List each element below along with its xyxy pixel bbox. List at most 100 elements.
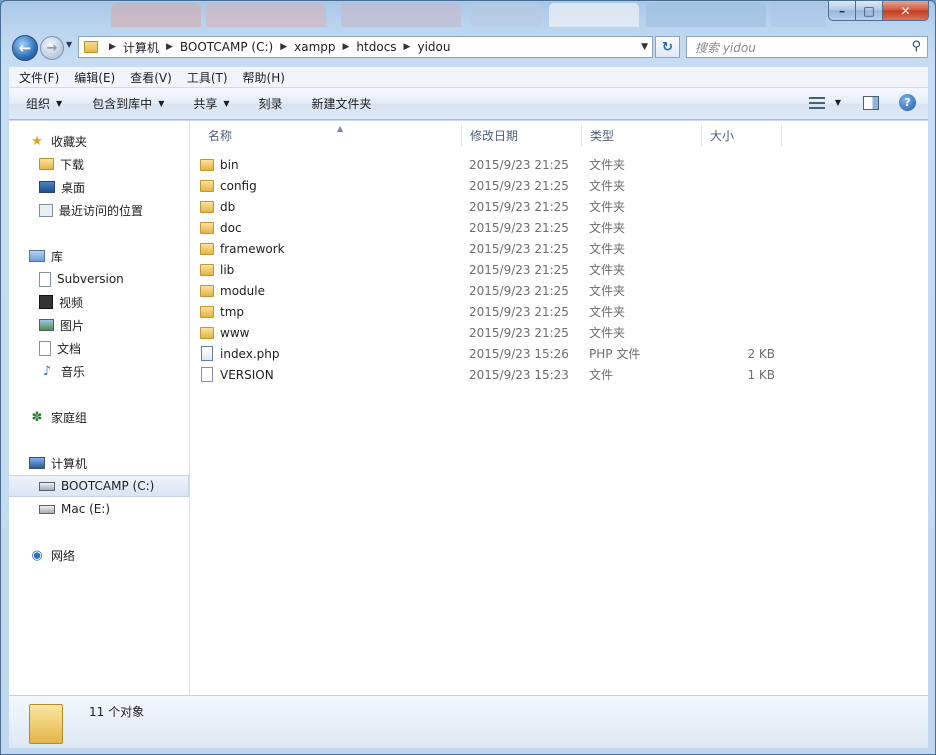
file-row[interactable]: config 2015/9/23 21:25 文件夹 (200, 175, 780, 196)
include-in-library-button[interactable]: 包含到库中 ▼ (92, 95, 164, 112)
help-icon[interactable]: ? (899, 94, 916, 111)
organize-label: 组织 (26, 97, 51, 111)
file-row[interactable]: module 2015/9/23 21:25 文件夹 (200, 280, 780, 301)
sidebar-item-mac-drive[interactable]: Mac (E:) (9, 498, 189, 520)
folder-icon (29, 704, 63, 744)
file-row[interactable]: lib 2015/9/23 21:25 文件夹 (200, 259, 780, 280)
sort-ascending-icon: ▲ (337, 124, 344, 133)
preview-pane-icon[interactable] (863, 95, 879, 110)
details-pane: 11 个对象 (9, 695, 928, 748)
menu-tools[interactable]: 工具(T) (182, 69, 233, 86)
view-controls: ▼ ? (808, 94, 916, 111)
column-header-name[interactable]: 名称 ▲ (200, 124, 462, 146)
file-row[interactable]: bin 2015/9/23 21:25 文件夹 (200, 154, 780, 175)
folder-icon (84, 41, 98, 53)
breadcrumb-yidou[interactable]: yidou (417, 40, 450, 54)
chevron-right-icon[interactable]: ▶ (404, 42, 411, 52)
chevron-right-icon[interactable]: ▶ (166, 42, 173, 52)
file-date: 2015/9/23 21:25 (469, 325, 569, 340)
folder-icon (200, 158, 214, 171)
menu-view[interactable]: 查看(V) (125, 69, 177, 86)
minimize-button[interactable]: – (828, 1, 856, 21)
organize-button[interactable]: 组织 ▼ (26, 95, 62, 112)
title-bar[interactable]: – □ ✕ (1, 1, 935, 29)
file-date: 2015/9/23 21:25 (469, 220, 569, 235)
forward-arrow-icon[interactable]: → (40, 36, 64, 60)
sidebar-item-label: 计算机 (51, 456, 88, 471)
sidebar-item-subversion[interactable]: Subversion (9, 268, 189, 290)
chevron-down-icon[interactable]: ▼ (835, 98, 841, 107)
new-folder-button[interactable]: 新建文件夹 (312, 95, 372, 112)
file-date: 2015/9/23 21:25 (469, 157, 569, 172)
file-row[interactable]: www 2015/9/23 21:25 文件夹 (200, 322, 780, 343)
view-details-icon[interactable] (808, 96, 825, 109)
folder-icon (200, 200, 214, 213)
sidebar-item-desktop[interactable]: 桌面 (9, 176, 189, 198)
sidebar-item-label: Mac (E:) (61, 502, 111, 516)
file-row[interactable]: db 2015/9/23 21:25 文件夹 (200, 196, 780, 217)
search-icon[interactable]: ⚲ (911, 39, 921, 54)
sidebar-item-pictures[interactable]: 图片 (9, 314, 189, 336)
folder-icon (200, 284, 214, 297)
sidebar-item-favorites[interactable]: ★ 收藏夹 (9, 130, 189, 152)
desktop-icon (39, 181, 55, 193)
close-button[interactable]: ✕ (883, 1, 929, 21)
sidebar-item-documents[interactable]: 文档 (9, 337, 189, 359)
file-list: 名称 ▲ 修改日期 类型 大小 bin 2015/9/23 21:25 文件夹 … (190, 121, 928, 695)
sidebar-item-network[interactable]: ◉ 网络 (9, 544, 189, 566)
column-header-type[interactable]: 类型 (582, 124, 702, 146)
sidebar-item-bootcamp-drive[interactable]: BOOTCAMP (C:) (9, 475, 189, 497)
star-icon: ★ (31, 133, 43, 149)
explorer-window: – □ ✕ ← → ▼ ▶ 计算机 ▶ BOOTCAMP (C:) ▶ xamp… (0, 0, 936, 755)
sidebar-item-label: 文档 (57, 341, 82, 356)
column-header-label: 修改日期 (470, 128, 519, 143)
background-tab (341, 3, 461, 27)
sidebar-item-homegroup[interactable]: ✽ 家庭组 (9, 406, 189, 428)
sidebar-item-videos[interactable]: 视频 (9, 291, 189, 313)
file-type: 文件夹 (589, 242, 626, 256)
file-name: www (220, 325, 250, 340)
address-history-dropdown-icon[interactable]: ▼ (641, 42, 648, 52)
file-row[interactable]: index.php 2015/9/23 15:26 PHP 文件 2 KB (200, 343, 780, 364)
menu-edit[interactable]: 编辑(E) (69, 69, 120, 86)
sidebar-item-music[interactable]: ♪ 音乐 (9, 360, 189, 382)
breadcrumb-htdocs[interactable]: htdocs (356, 40, 396, 54)
chevron-right-icon[interactable]: ▶ (343, 42, 350, 52)
sidebar-item-downloads[interactable]: 下载 (9, 153, 189, 175)
file-type: 文件夹 (589, 305, 626, 319)
chevron-right-icon[interactable]: ▶ (280, 42, 287, 52)
column-header-label: 大小 (710, 128, 735, 143)
background-tab (549, 3, 639, 27)
column-header-size[interactable]: 大小 (702, 124, 782, 146)
file-name: framework (220, 241, 285, 256)
menu-file[interactable]: 文件(F) (14, 69, 64, 86)
maximize-button[interactable]: □ (856, 1, 883, 21)
background-tab (646, 3, 766, 27)
file-row[interactable]: doc 2015/9/23 21:25 文件夹 (200, 217, 780, 238)
chevron-down-icon: ▼ (223, 99, 230, 108)
back-arrow-icon[interactable]: ← (12, 35, 38, 61)
menu-help[interactable]: 帮助(H) (238, 69, 290, 86)
background-tab (471, 3, 541, 27)
address-bar[interactable]: ▶ 计算机 ▶ BOOTCAMP (C:) ▶ xampp ▶ htdocs ▶… (78, 36, 653, 58)
column-header-date[interactable]: 修改日期 (462, 124, 582, 146)
chevron-down-icon: ▼ (158, 99, 165, 108)
file-type: 文件夹 (589, 263, 626, 277)
breadcrumb-xampp[interactable]: xampp (294, 40, 335, 54)
share-button[interactable]: 共享 ▼ (193, 95, 229, 112)
sidebar-item-recent[interactable]: 最近访问的位置 (9, 199, 189, 221)
search-input[interactable]: 搜索 yidou ⚲ (686, 36, 928, 58)
breadcrumb-computer[interactable]: 计算机 (123, 39, 159, 56)
refresh-icon[interactable]: ↻ (655, 36, 680, 58)
recent-pages-dropdown-icon[interactable]: ▼ (66, 40, 72, 49)
file-row[interactable]: tmp 2015/9/23 21:25 文件夹 (200, 301, 780, 322)
file-row[interactable]: framework 2015/9/23 21:25 文件夹 (200, 238, 780, 259)
sidebar-item-computer[interactable]: 计算机 (9, 452, 189, 474)
file-row[interactable]: VERSION 2015/9/23 15:23 文件 1 KB (200, 364, 780, 385)
breadcrumb-drive[interactable]: BOOTCAMP (C:) (180, 40, 273, 54)
command-bar: 组织 ▼ 包含到库中 ▼ 共享 ▼ 刻录 新建文件夹 ▼ ? (9, 88, 928, 120)
sidebar-item-libraries[interactable]: 库 (9, 245, 189, 267)
burn-button[interactable]: 刻录 (259, 95, 283, 112)
sidebar-item-label: 最近访问的位置 (59, 203, 144, 218)
chevron-right-icon[interactable]: ▶ (109, 42, 116, 52)
